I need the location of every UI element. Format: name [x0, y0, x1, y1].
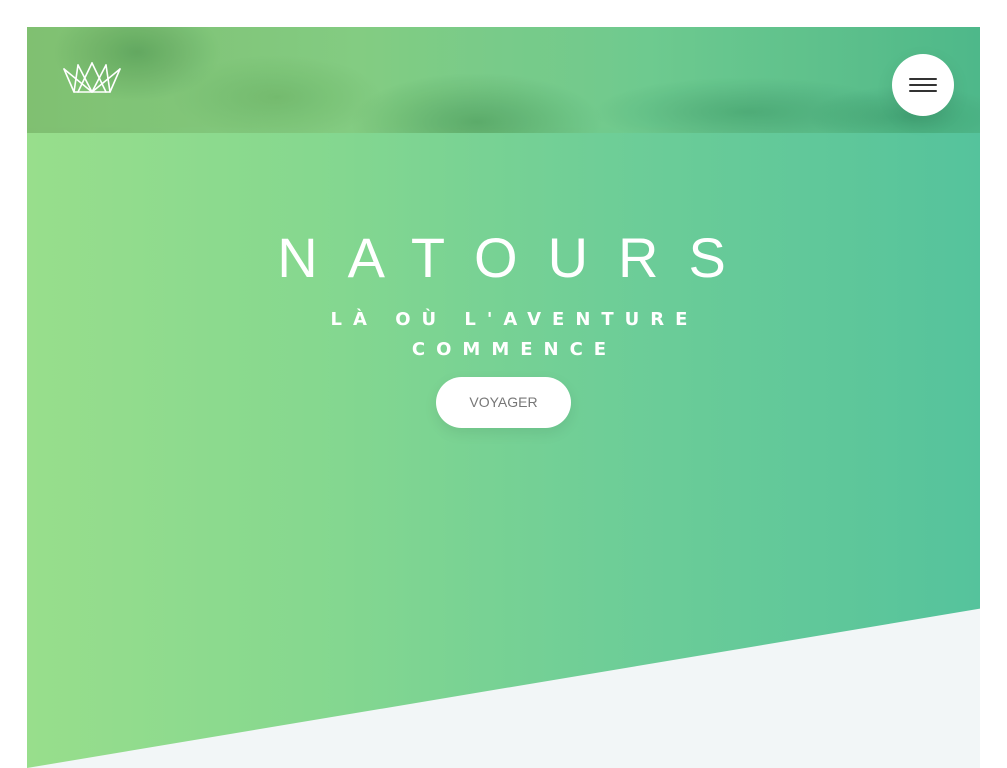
- header-background-image: [27, 27, 980, 133]
- menu-line-top: [909, 78, 937, 80]
- hero-subtitle: LÀ OÙ L'AVENTURE COMMENCE: [330, 309, 699, 360]
- website-viewport: NATOURS LÀ OÙ L'AVENTURE COMMENCE VOYAGE…: [27, 27, 980, 768]
- hero-content: NATOURS LÀ OÙ L'AVENTURE COMMENCE VOYAGE…: [27, 225, 980, 428]
- menu-line-middle: [909, 84, 937, 86]
- hero-title: NATOURS: [277, 226, 756, 289]
- menu-button[interactable]: [892, 54, 954, 116]
- menu-line-bottom: [909, 90, 937, 92]
- crown-logo-icon: [63, 62, 121, 93]
- hamburger-menu-icon: [909, 78, 937, 92]
- voyager-button[interactable]: VOYAGER: [436, 377, 571, 428]
- hero-section: NATOURS LÀ OÙ L'AVENTURE COMMENCE VOYAGE…: [27, 27, 980, 768]
- crown-logo[interactable]: [62, 62, 122, 96]
